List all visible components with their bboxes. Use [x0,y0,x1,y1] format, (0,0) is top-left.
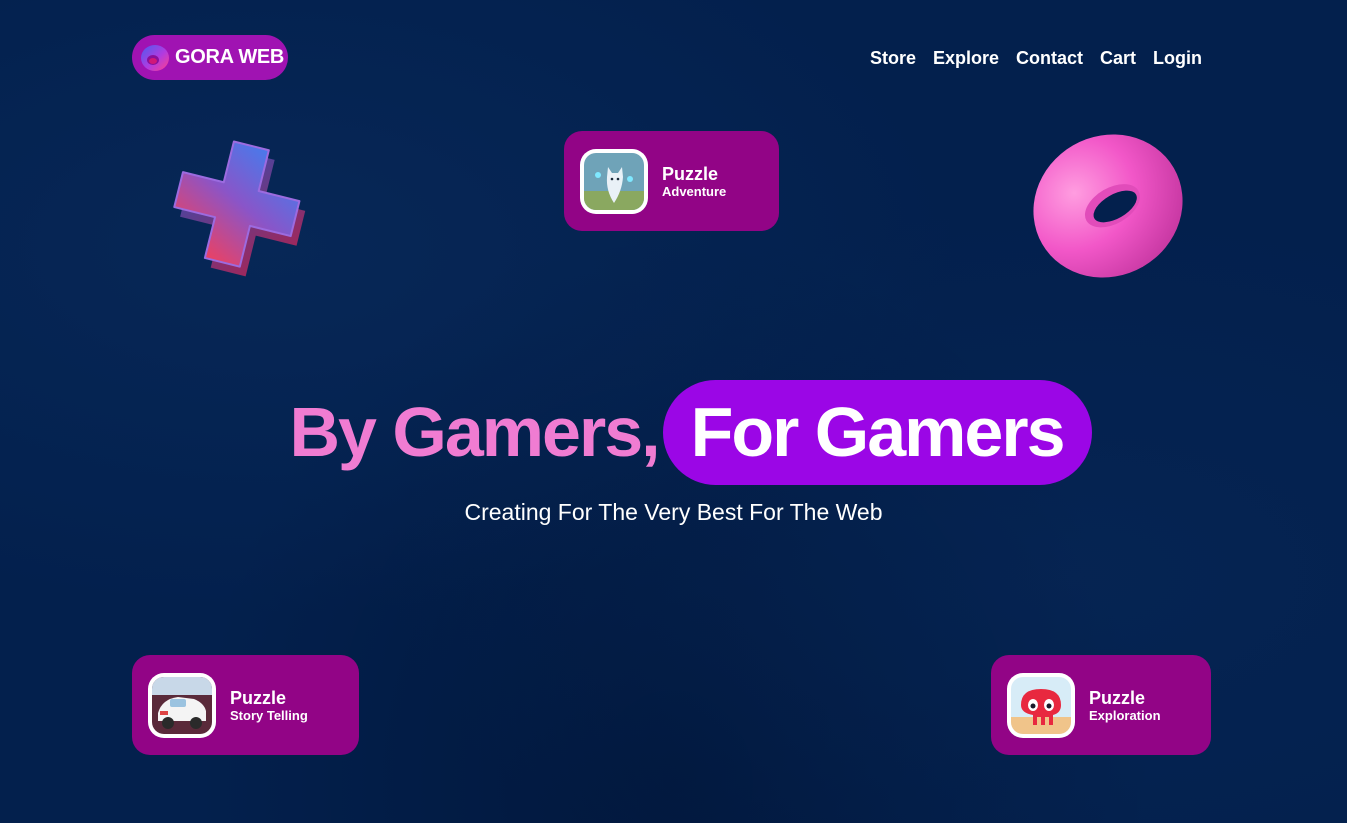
hero-heading: By Gamers, For Gamers [0,378,1347,486]
card-title: Puzzle [662,163,719,184]
hero-subheading: Creating For The Very Best For The Web [464,499,883,525]
nav-explore-link[interactable]: Explore [933,48,999,68]
card-subtitle: Story Telling [230,707,308,723]
creature-game-thumbnail [1007,672,1075,738]
card-subtitle: Adventure [662,183,727,199]
hero-heading-pill: For Gamers [662,379,1092,485]
game-card-story-telling[interactable]: Puzzle Story Telling [132,655,359,755]
brand-logo[interactable]: GORA WEB [132,35,288,80]
plus-3d-icon [173,140,306,277]
brand-name: GORA WEB [175,46,285,68]
torus-3d-icon [1033,134,1183,278]
card-subtitle: Exploration [1089,707,1161,723]
nav-store-link[interactable]: Store [870,48,916,68]
game-card-adventure[interactable]: Puzzle Adventure [564,131,779,231]
nav-contact-link[interactable]: Contact [1016,48,1083,68]
hero-heading-part1: By Gamers, [289,393,660,471]
car-game-thumbnail [148,672,216,738]
nav-cart-link[interactable]: Cart [1100,48,1136,68]
wolf-game-thumbnail [580,148,648,214]
nav-login-link[interactable]: Login [1153,48,1202,68]
card-title: Puzzle [1089,687,1146,708]
card-title: Puzzle [230,687,287,708]
torus-logo-icon [141,44,169,71]
game-card-exploration[interactable]: Puzzle Exploration [991,655,1211,755]
